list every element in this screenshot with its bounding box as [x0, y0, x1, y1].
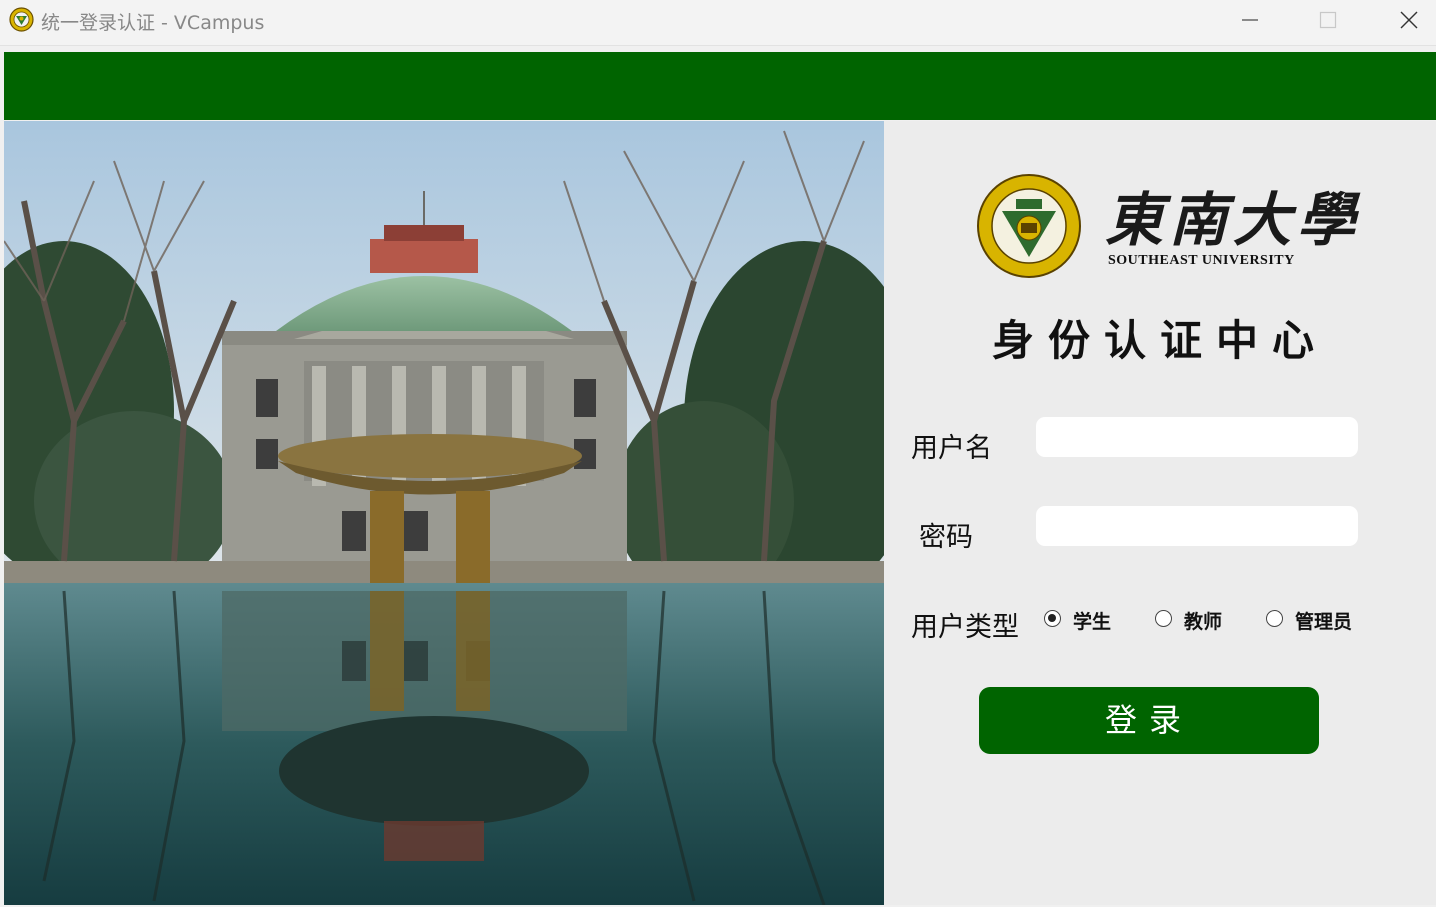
close-icon	[1400, 11, 1418, 29]
header-banner	[4, 52, 1436, 120]
radio-checked-icon	[1044, 610, 1061, 627]
password-label: 密码	[919, 522, 973, 553]
radio-label: 学生	[1073, 611, 1112, 633]
radio-label: 管理员	[1295, 611, 1353, 633]
radio-unchecked-icon	[1266, 610, 1283, 627]
username-label: 用户名	[911, 433, 992, 464]
maximize-icon	[1319, 11, 1337, 29]
password-field[interactable]	[1036, 506, 1358, 546]
window-title: 统一登录认证 - VCampus	[41, 12, 265, 34]
user-type-teacher-radio[interactable]: 教师	[1155, 607, 1235, 635]
title-bar: 统一登录认证 - VCampus	[0, 0, 1436, 46]
campus-photo	[4, 121, 884, 905]
maximize-button[interactable]	[1293, 0, 1363, 40]
logo-english-name: SOUTHEAST UNIVERSITY	[1108, 253, 1295, 268]
minimize-icon	[1242, 19, 1258, 21]
logo-chinese-name: 東南大學	[1105, 186, 1362, 254]
close-button[interactable]	[1374, 0, 1436, 40]
radio-unchecked-icon	[1155, 610, 1172, 627]
user-type-student-radio[interactable]: 学生	[1044, 607, 1124, 635]
user-type-label: 用户类型	[911, 612, 1019, 643]
login-panel: 東南大學 SOUTHEAST UNIVERSITY 身份认证中心 用户名 密码 …	[884, 121, 1436, 905]
page-title: 身份认证中心	[992, 316, 1329, 365]
minimize-button[interactable]	[1215, 0, 1285, 40]
radio-label: 教师	[1184, 611, 1223, 633]
university-seal-icon	[9, 7, 34, 32]
login-button[interactable]: 登录	[979, 687, 1319, 754]
username-field[interactable]	[1036, 417, 1358, 457]
university-seal-icon	[977, 174, 1081, 278]
user-type-admin-radio[interactable]: 管理员	[1266, 607, 1366, 635]
